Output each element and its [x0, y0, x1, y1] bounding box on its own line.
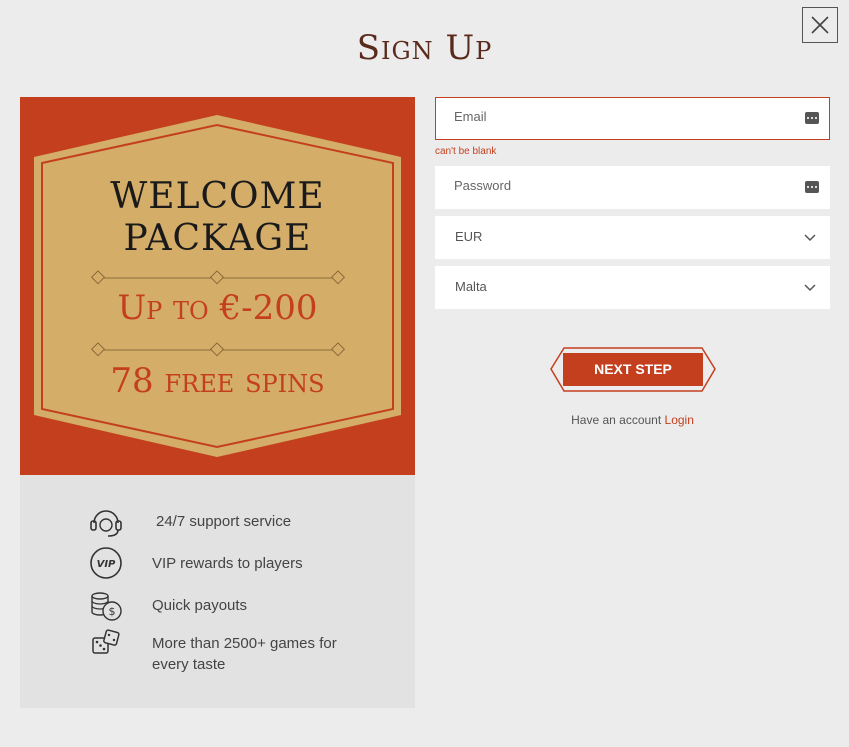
next-step-button[interactable]: NEXT STEP	[550, 347, 716, 392]
next-step-label: NEXT STEP	[594, 361, 672, 377]
feature-support: 24/7 support service	[20, 503, 415, 543]
svg-text:$: $	[109, 605, 116, 618]
feature-payouts: $ Quick payouts	[20, 587, 415, 627]
dice-icon	[92, 629, 120, 654]
hexagon-frame	[34, 115, 401, 457]
email-error-text: can't be blank	[435, 146, 497, 157]
coins-icon: $	[91, 592, 122, 621]
feature-label: More than 2500+ games for every taste	[152, 635, 337, 673]
country-select[interactable]: Malta	[435, 266, 830, 309]
currency-value: EUR	[455, 229, 483, 244]
headset-icon	[90, 510, 122, 537]
welcome-package-banner: WELCOME PACKAGE Up to €-200 78 free spin…	[20, 97, 415, 475]
svg-text:VIP: VIP	[97, 559, 116, 570]
feature-label: Quick payouts	[152, 597, 248, 614]
promo-amount: Up to €-200	[117, 288, 318, 328]
keyboard-icon[interactable]	[805, 181, 819, 193]
chevron-down-icon	[804, 284, 816, 292]
chevron-down-icon	[804, 234, 816, 242]
page-title: Sign Up	[356, 28, 493, 68]
feature-games: More than 2500+ games for every taste	[20, 625, 415, 673]
email-field[interactable]	[435, 97, 830, 140]
have-account-row: Have an account Login	[435, 413, 830, 427]
country-value: Malta	[455, 279, 487, 294]
feature-vip: VIP VIP rewards to players	[20, 545, 415, 585]
password-field[interactable]	[435, 166, 830, 209]
keyboard-icon[interactable]	[805, 112, 819, 124]
currency-select[interactable]: EUR	[435, 216, 830, 259]
password-input[interactable]	[454, 178, 784, 193]
promo-line-welcome: WELCOME	[110, 176, 325, 217]
promo-line-package: PACKAGE	[123, 218, 312, 259]
promo-spins: 78 free spins	[110, 361, 325, 401]
feature-label: VIP rewards to players	[152, 555, 303, 572]
login-link[interactable]: Login	[665, 413, 694, 427]
features-panel: 24/7 support service VIP VIP rewards to …	[20, 475, 415, 708]
vip-icon: VIP	[90, 547, 122, 579]
email-input[interactable]	[454, 109, 784, 124]
have-account-text: Have an account	[571, 413, 662, 427]
feature-label: 24/7 support service	[156, 513, 292, 530]
